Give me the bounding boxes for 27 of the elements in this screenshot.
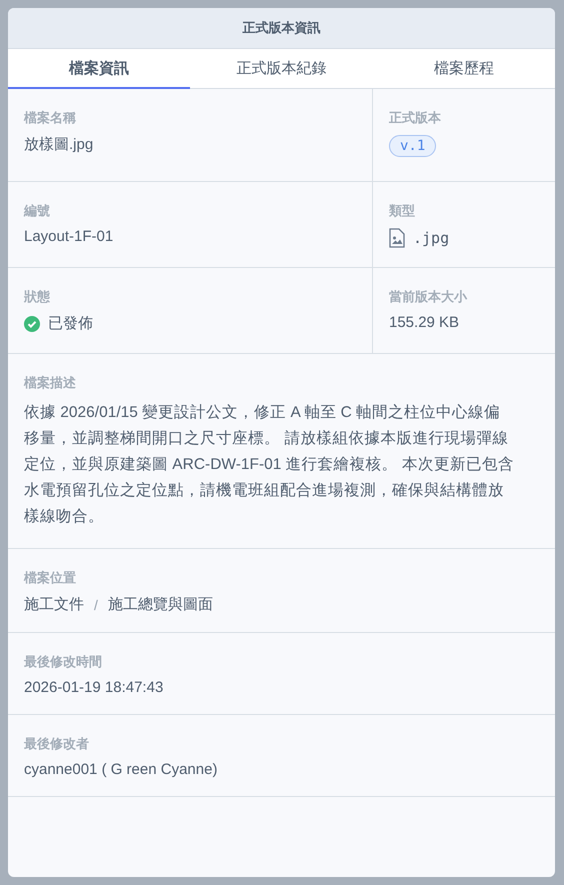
status-text: 已發佈: [48, 314, 93, 333]
field-value: 2026-01-19 18:47:43: [24, 679, 164, 696]
breadcrumb-item[interactable]: 施工總覽與圖面: [108, 595, 213, 614]
field-value: 155.29 KB: [389, 314, 460, 331]
tab[interactable]: 檔案資訊: [8, 49, 190, 89]
field-label: 類型: [389, 202, 416, 220]
file-type-text: .jpg: [413, 229, 450, 247]
field-label: 最後修改者: [24, 735, 90, 753]
image-file-icon: [389, 228, 405, 248]
field-label: 檔案位置: [24, 569, 77, 587]
field-label: 正式版本: [389, 109, 442, 127]
field-label: 檔案名稱: [24, 109, 77, 127]
field-label: 當前版本大小: [389, 288, 468, 306]
field-label: 最後修改時間: [24, 653, 103, 671]
dialog-title: 正式版本資訊: [242, 19, 320, 37]
field-label: 編號: [24, 202, 51, 220]
field-value: cyanne001 ( G reen Cyanne): [24, 761, 218, 778]
tab[interactable]: 檔案歷程: [372, 49, 555, 89]
breadcrumb-separator: /: [94, 596, 98, 612]
breadcrumb-item[interactable]: 施工文件: [24, 595, 84, 614]
field-value: 放樣圖.jpg: [24, 135, 94, 154]
field-label: 檔案描述: [24, 374, 77, 392]
version-badge: v.1: [389, 135, 436, 157]
description-text: 依據 2026/01/15 變更設計公文，修正 A 軸至 C 軸間之柱位中心線偏移量，並調整梯間開口之尺寸座標。 請放樣組依據本版進行現場彈線定位，並與原建築圖 ARC-DW-1F-01 進行套繪複核。 本次更新已包含水電預留孔位之定位點，請機電班組配合進場複測，確保與結構體放樣線吻合。: [24, 403, 516, 527]
tab[interactable]: 正式版本紀錄: [190, 49, 373, 89]
field-value: Layout-1F-01: [24, 228, 114, 245]
field-label: 狀態: [24, 288, 51, 306]
